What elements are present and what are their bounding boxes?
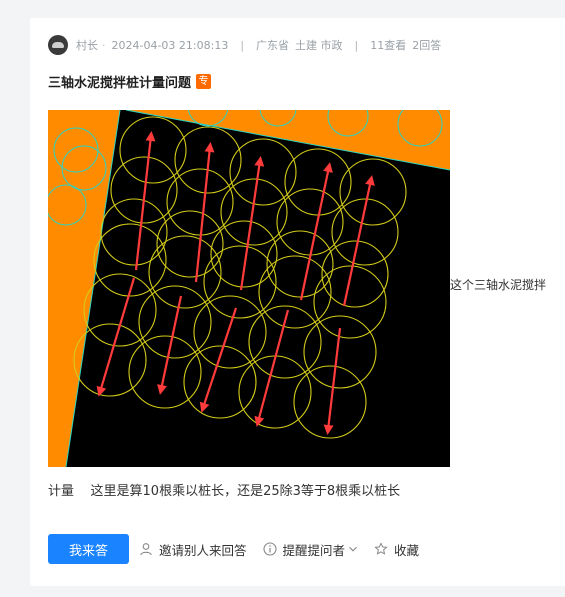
expert-tag: 专 xyxy=(196,74,212,89)
post-meta: 村长 · 2024-04-03 21:08:13 | 广东省 土建 市政 | 1… xyxy=(48,34,441,56)
post-title[interactable]: 三轴水泥搅拌桩计量问题 xyxy=(48,72,191,91)
info-icon xyxy=(262,542,277,556)
post-figure[interactable] xyxy=(48,110,450,467)
remind-action[interactable]: 提醒提问者 xyxy=(262,540,359,559)
answer-count: 2回答 xyxy=(412,39,442,52)
meta-separator: | xyxy=(240,38,245,52)
answer-button[interactable]: 我来答 xyxy=(48,534,129,564)
inline-caption: 这个三轴水泥搅拌 xyxy=(450,278,547,292)
avatar[interactable] xyxy=(48,35,68,55)
category-label[interactable]: 土建 市政 xyxy=(295,37,343,53)
question-card: 村长 · 2024-04-03 21:08:13 | 广东省 土建 市政 | 1… xyxy=(30,18,565,586)
invite-action[interactable]: 邀请别人来回答 xyxy=(139,540,247,559)
star-icon xyxy=(374,542,388,555)
region-label[interactable]: 广东省 xyxy=(256,37,289,53)
chevron-down-icon[interactable] xyxy=(348,544,358,554)
meta-separator-2: | xyxy=(354,38,359,52)
post-body-text: 计量 这里是算10根乘以桩长，还是25除3等于8根乘以桩长 xyxy=(48,484,401,499)
author-name[interactable]: 村长 xyxy=(76,37,98,53)
post-title-row: 三轴水泥搅拌桩计量问题 专 xyxy=(48,72,212,91)
view-count: 11查看 xyxy=(370,39,407,52)
pile-layout-drawing xyxy=(48,110,450,467)
collect-action[interactable]: 收藏 xyxy=(374,540,419,559)
collect-label: 收藏 xyxy=(394,542,420,558)
person-icon xyxy=(140,543,152,556)
dot-separator: · xyxy=(102,38,106,52)
action-bar: 我来答 邀请别人来回答 提醒提问者 收藏 xyxy=(48,534,435,564)
remind-label: 提醒提问者 xyxy=(282,542,346,558)
invite-label: 邀请别人来回答 xyxy=(159,542,247,558)
post-datetime: 2024-04-03 21:08:13 xyxy=(111,38,229,52)
